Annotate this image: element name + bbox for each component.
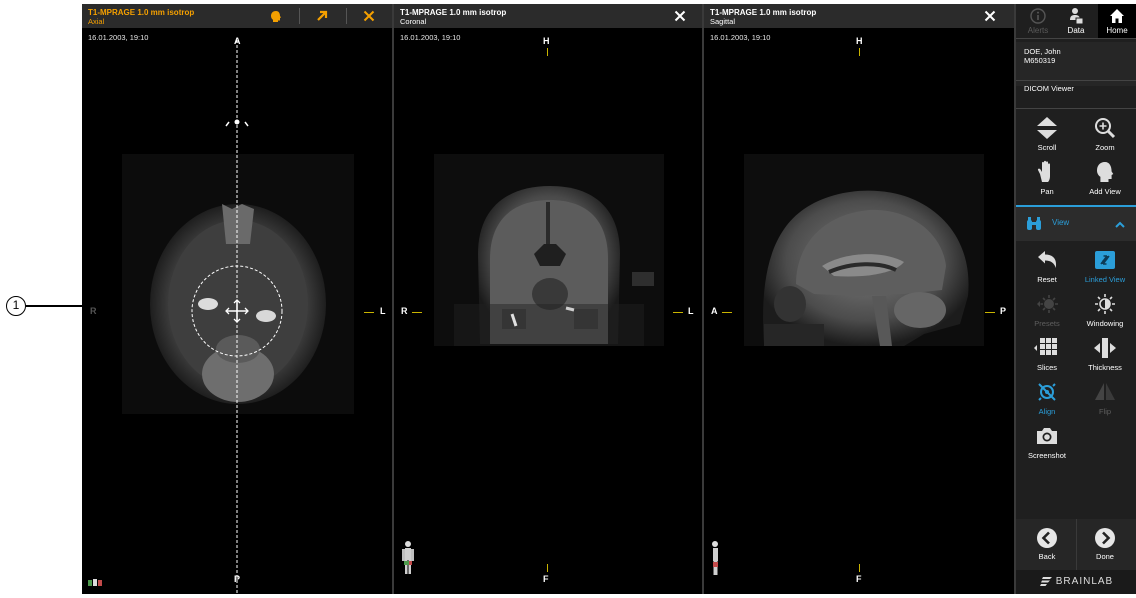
tool-label: Flip <box>1098 407 1112 416</box>
scroll-button[interactable]: Scroll <box>1018 114 1076 152</box>
align-icon <box>1038 383 1056 401</box>
sidebar-footer: Back Done <box>1016 519 1136 570</box>
tool-label: Align <box>1038 407 1056 416</box>
axial-viewer[interactable]: T1-MPRAGE 1.0 mm isotrop Axial 16.01.200… <box>82 4 394 594</box>
flip-button[interactable]: Flip <box>1076 378 1134 416</box>
tool-label: Reset <box>1037 275 1057 284</box>
tool-label: Linked View <box>1084 275 1126 284</box>
sagittal-viewer[interactable]: T1-MPRAGE 1.0 mm isotrop Sagittal 16.01.… <box>704 4 1016 594</box>
tool-label: Scroll <box>1037 143 1057 152</box>
done-button[interactable]: Done <box>1076 525 1134 561</box>
tool-label: Add View <box>1089 187 1121 196</box>
coronal-viewer[interactable]: T1-MPRAGE 1.0 mm isotrop Coronal 16.01.2… <box>394 4 704 594</box>
reset-button[interactable]: Reset <box>1018 246 1076 284</box>
body-orientation-figure <box>712 541 718 575</box>
tool-label: Pan <box>1040 187 1054 196</box>
scroll-icon <box>1037 117 1057 139</box>
done-label: Done <box>1096 552 1114 561</box>
chevron-up-icon <box>1115 221 1125 228</box>
callout-marker: 1 <box>6 296 26 316</box>
tab-label: Data <box>1067 26 1085 35</box>
app-name: DICOM Viewer <box>1024 84 1074 93</box>
back-button[interactable]: Back <box>1018 525 1076 561</box>
flip-icon <box>1095 383 1115 400</box>
divider <box>1016 80 1136 81</box>
camera-icon <box>1037 428 1057 444</box>
view-section-header[interactable]: View <box>1016 205 1136 241</box>
windowing-icon <box>1095 294 1115 314</box>
thickness-icon <box>1094 338 1116 358</box>
tab-label: Alerts <box>1027 26 1049 35</box>
coronal-brain-image <box>402 154 664 574</box>
home-icon <box>1110 9 1124 23</box>
tool-label: Windowing <box>1086 319 1124 328</box>
slices-button[interactable]: Slices <box>1018 334 1076 372</box>
pan-hand-icon <box>1037 160 1050 182</box>
screenshot-button[interactable]: Screenshot <box>1018 422 1076 460</box>
binoculars-icon <box>1027 217 1041 230</box>
tab-label: Home <box>1106 26 1128 35</box>
tab-alerts[interactable]: Alerts <box>1020 4 1056 38</box>
presets-button[interactable]: Presets <box>1018 290 1076 328</box>
add-view-button[interactable]: Add View <box>1076 158 1134 196</box>
back-label: Back <box>1038 552 1056 561</box>
tool-label: Slices <box>1036 363 1057 372</box>
reset-icon <box>1038 251 1056 268</box>
divider <box>1016 38 1136 39</box>
presets-icon <box>1037 295 1058 313</box>
linked-view-icon <box>1095 251 1115 269</box>
pan-button[interactable]: Pan <box>1018 158 1076 196</box>
right-sidebar: Alerts Data Home DOE, John M650319 DICOM… <box>1016 4 1136 594</box>
brand-footer: BRAINLAB <box>1016 570 1136 594</box>
divider <box>1016 108 1136 109</box>
tool-label: Thickness <box>1088 363 1122 372</box>
data-icon <box>1070 8 1084 25</box>
done-arrow-icon <box>1095 528 1115 548</box>
add-view-head-icon <box>1097 162 1114 182</box>
zoom-button[interactable]: Zoom <box>1076 114 1134 152</box>
linked-view-button[interactable]: Linked View <box>1076 246 1134 284</box>
align-button[interactable]: Align <box>1018 378 1076 416</box>
thickness-button[interactable]: Thickness <box>1076 334 1134 372</box>
sagittal-brain-image <box>712 154 984 575</box>
patient-name: DOE, John <box>1024 47 1061 56</box>
dicom-viewer-app: T1-MPRAGE 1.0 mm isotrop Axial 16.01.200… <box>82 4 1136 594</box>
axial-brain-image <box>88 40 354 594</box>
brainlab-logo-icon <box>1039 577 1052 587</box>
brand-name: BRAINLAB <box>1055 576 1114 587</box>
zoom-icon <box>1095 118 1116 139</box>
tab-data[interactable]: Data <box>1058 4 1094 38</box>
tab-home[interactable]: Home <box>1098 4 1136 38</box>
view-section-label: View <box>1052 218 1070 227</box>
tool-label: Screenshot <box>1028 451 1066 460</box>
slices-icon <box>1034 338 1057 355</box>
tool-label: Presets <box>1034 319 1060 328</box>
tool-label: Zoom <box>1095 143 1115 152</box>
patient-id: M650319 <box>1024 56 1056 65</box>
body-orientation-figure <box>402 541 414 574</box>
info-icon <box>1030 8 1046 24</box>
windowing-button[interactable]: Windowing <box>1076 290 1134 328</box>
back-arrow-icon <box>1037 528 1057 548</box>
